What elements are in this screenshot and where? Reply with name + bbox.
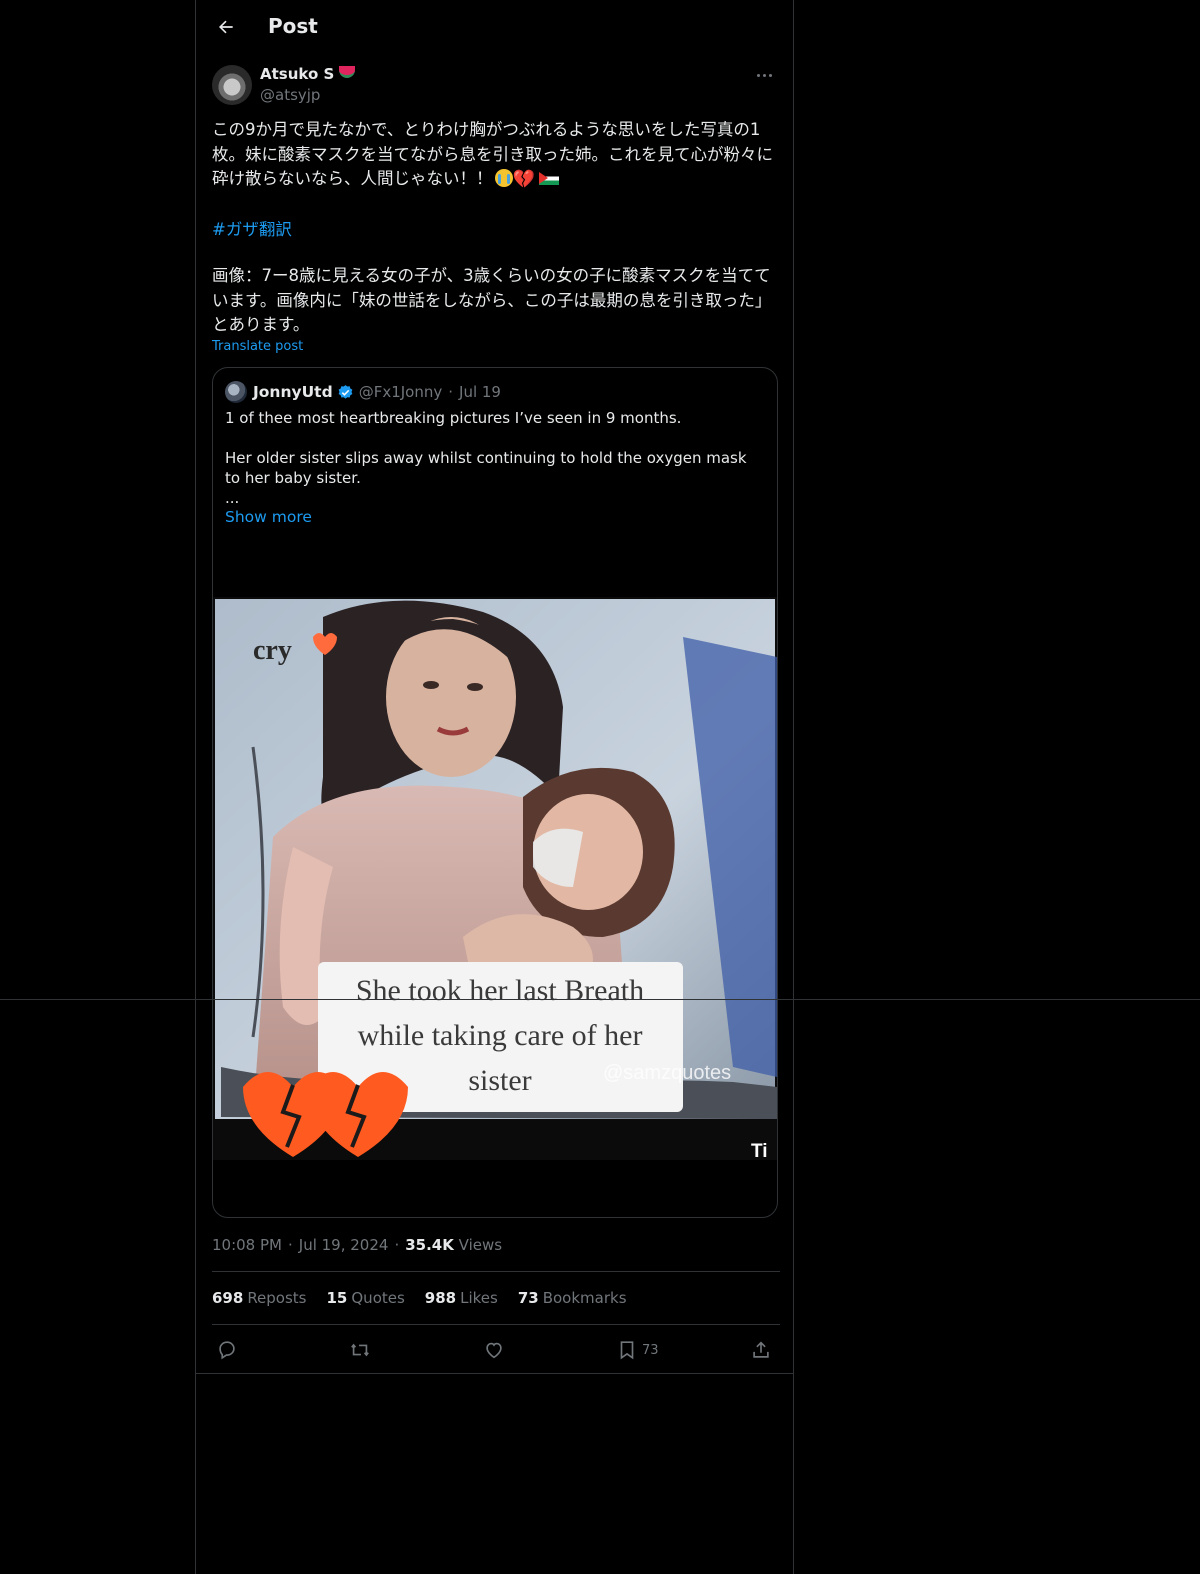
bookmark-count: 73 — [642, 1342, 659, 1358]
image-caption-line-3: sister — [468, 1064, 531, 1097]
likes-label: Likes — [460, 1289, 498, 1307]
image-caption-line-1: She took her last Breath — [356, 974, 644, 1007]
quote-header: JonnyUtd @Fx1Jonny · Jul 19 — [225, 380, 501, 404]
post-bottom-border — [196, 1373, 793, 1374]
meta-separator-2: · — [394, 1236, 400, 1254]
heart-icon — [486, 1342, 502, 1359]
reposts-label: Reposts — [247, 1289, 307, 1307]
likes-stat[interactable]: 988 Likes — [425, 1289, 498, 1307]
crying-face-icon — [494, 169, 513, 187]
bookmark-icon — [620, 1341, 634, 1360]
palestine-flag-icon — [538, 172, 559, 185]
sticker-text: cry — [253, 635, 292, 666]
quote-body: 1 of thee most heartbreaking pictures I’… — [225, 408, 765, 508]
post-time[interactable]: 10:08 PM — [212, 1236, 282, 1254]
more-horizontal-icon — [756, 73, 760, 77]
quotes-label: Quotes — [351, 1289, 405, 1307]
quoted-post[interactable]: JonnyUtd @Fx1Jonny · Jul 19 1 of thee mo… — [212, 367, 778, 1218]
divider-2 — [212, 1324, 780, 1325]
tiktok-watermark: Ti — [751, 1141, 768, 1160]
watermelon-icon — [339, 66, 356, 78]
verified-badge-icon — [338, 384, 353, 399]
views-label: Views — [458, 1236, 503, 1254]
quote-author-handle: @Fx1Jonny — [358, 383, 443, 401]
post-body: この9か月で見たなかで、とりわけ胸がつぶれるような思いをした写真の1枚。妹に酸素… — [212, 118, 780, 193]
quote-image[interactable]: cry She took her last Breath while takin… — [213, 597, 777, 1160]
quote-date: Jul 19 — [459, 383, 501, 401]
quote-line-2: Her older sister slips away whilst conti… — [225, 449, 747, 487]
quote-ellipsis: ... — [225, 489, 240, 507]
reposts-count: 698 — [212, 1289, 244, 1307]
author-handle[interactable]: @atsyjp — [260, 86, 320, 104]
action-bar: 73 — [212, 1332, 780, 1368]
reposts-stat[interactable]: 698 Reposts — [212, 1289, 307, 1307]
like-button[interactable] — [483, 1332, 505, 1368]
quote-author-name: JonnyUtd — [253, 383, 333, 401]
top-bar: Post — [196, 0, 793, 53]
author-name-row[interactable]: Atsuko S — [260, 65, 356, 83]
image-watermark: @samzquotes — [603, 1062, 731, 1084]
likes-count: 988 — [424, 1289, 457, 1307]
views-count: 35.4K — [405, 1236, 454, 1254]
repost-icon — [351, 1343, 369, 1357]
image-caption-line-2: while taking care of her — [358, 1019, 643, 1052]
bookmarks-count: 73 — [517, 1289, 539, 1307]
translate-post-link[interactable]: Translate post — [212, 339, 303, 354]
share-icon — [753, 1341, 769, 1358]
repost-button[interactable] — [349, 1332, 371, 1368]
quote-separator: · — [448, 383, 454, 401]
arrow-left-icon — [219, 20, 233, 34]
broken-heart-icon: 💔 — [512, 169, 535, 190]
divider — [212, 1271, 780, 1272]
quotes-stat[interactable]: 15 Quotes — [327, 1289, 405, 1307]
show-more-link[interactable]: Show more — [225, 508, 312, 526]
reply-button[interactable] — [216, 1332, 238, 1368]
author-avatar[interactable] — [212, 65, 252, 105]
quotes-count: 15 — [326, 1289, 348, 1307]
meta-separator: · — [287, 1236, 293, 1254]
bookmarks-label: Bookmarks — [542, 1289, 627, 1307]
post-author: Atsuko S @atsyjp — [212, 64, 780, 108]
reply-icon — [219, 1341, 235, 1360]
page-title: Post — [268, 14, 318, 38]
quote-image-graphic: cry She took her last Breath while takin… — [213, 597, 777, 1160]
horizontal-guide-line — [0, 999, 1200, 1000]
post-text: この9か月で見たなかで、とりわけ胸がつぶれるような思いをした写真の1枚。妹に酸素… — [212, 120, 773, 188]
post-date[interactable]: Jul 19, 2024 — [299, 1236, 389, 1254]
hashtag-link[interactable]: #ガザ翻訳 — [212, 216, 292, 240]
bookmarks-stat[interactable]: 73 Bookmarks — [518, 1289, 627, 1307]
quote-line-1: 1 of thee most heartbreaking pictures I’… — [225, 409, 682, 427]
bookmark-button[interactable]: 73 — [616, 1332, 659, 1368]
engagement-stats: 698 Reposts 15 Quotes 988 Likes 73 Bookmarks — [212, 1289, 647, 1307]
post-column: Post Atsuko S @atsyjp この9か月で見たなかで、とりわけ胸が… — [195, 0, 794, 1574]
share-button[interactable] — [750, 1332, 772, 1368]
image-description: 画像：7ー8歳に見える女の子が、3歳くらいの女の子に酸素マスクを当てています。画… — [212, 266, 772, 334]
author-name: Atsuko S — [260, 65, 335, 83]
quote-avatar — [225, 381, 247, 403]
more-options-button[interactable] — [750, 64, 778, 86]
back-button[interactable] — [210, 11, 242, 43]
post-meta: 10:08 PM · Jul 19, 2024 · 35.4K Views — [212, 1236, 502, 1254]
